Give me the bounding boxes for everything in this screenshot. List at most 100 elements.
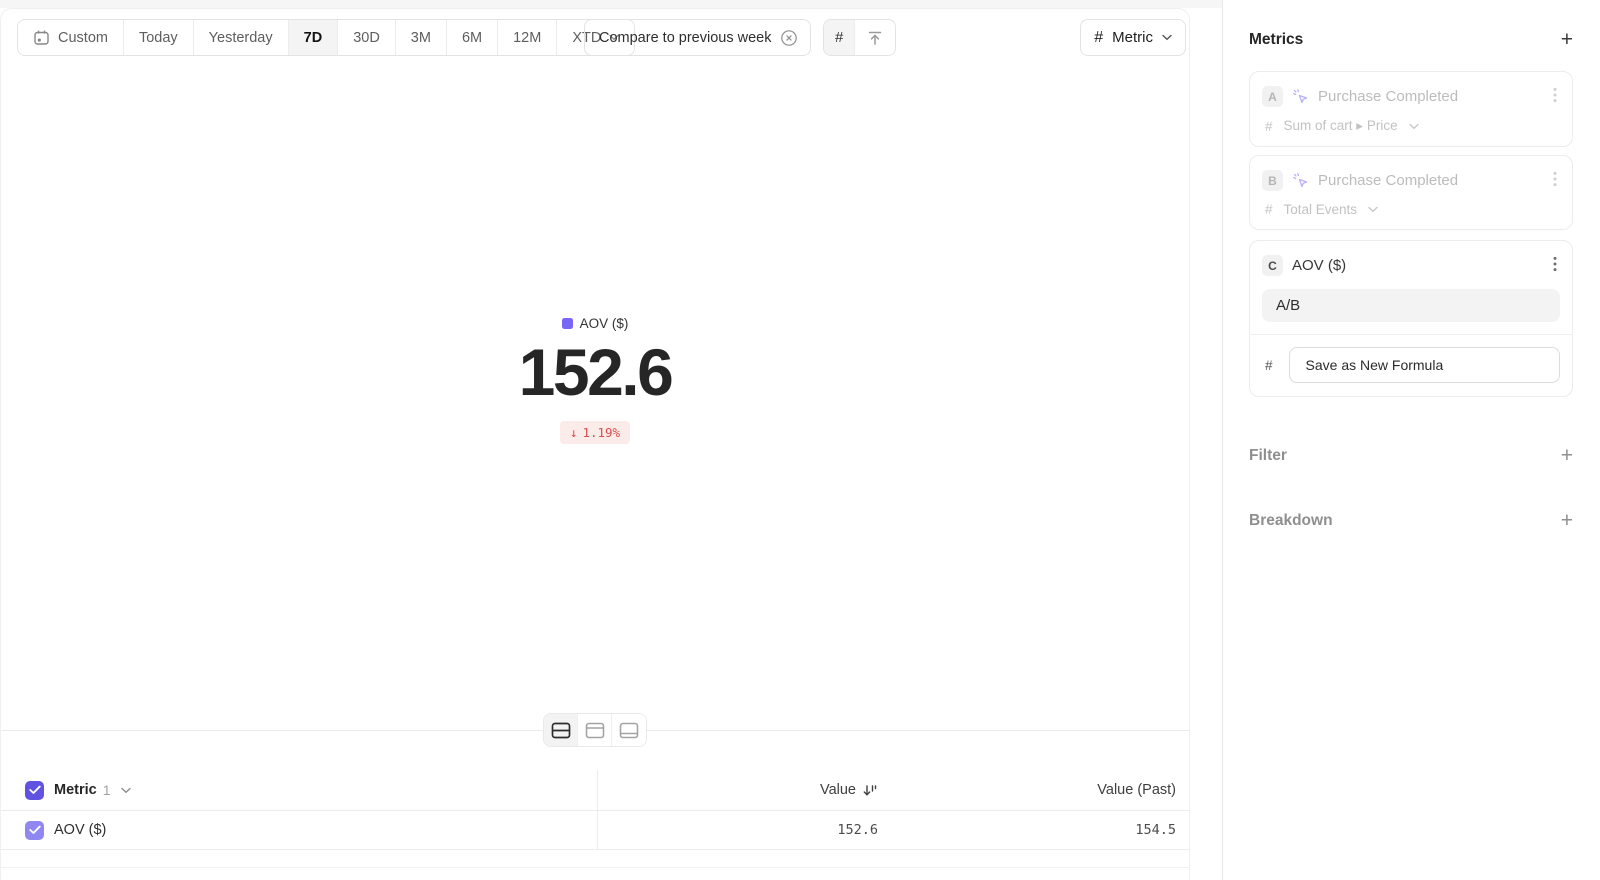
- metric-event-name[interactable]: Purchase Completed: [1318, 172, 1541, 189]
- range-30d[interactable]: 30D: [338, 20, 396, 55]
- measure-label: Sum of cart ▸ Price: [1284, 118, 1398, 134]
- metrics-title: Metrics: [1249, 31, 1303, 49]
- layout-top-button[interactable]: [578, 714, 612, 746]
- metric-letter-badge: A: [1262, 86, 1283, 107]
- compare-chip-label: Compare to previous week: [599, 30, 771, 46]
- row-metric-cell: AOV ($): [1, 811, 598, 849]
- row-value-cell: 152.6: [598, 811, 878, 849]
- value-header-cell[interactable]: Value: [598, 770, 878, 810]
- value-display-toggle: #: [823, 19, 896, 56]
- range-custom[interactable]: Custom: [18, 20, 124, 55]
- range-label: Today: [139, 30, 178, 46]
- compare-chip[interactable]: Compare to previous week: [584, 19, 811, 56]
- row-metric-label: AOV ($): [54, 822, 106, 838]
- add-breakdown-button[interactable]: +: [1561, 512, 1573, 530]
- metric-letter-badge: C: [1262, 255, 1283, 276]
- metric-card-title-row: C AOV ($): [1262, 254, 1560, 277]
- remove-compare-icon[interactable]: [780, 29, 798, 47]
- goal-mode-button[interactable]: [855, 20, 895, 55]
- metric-card-b: B Purchase Completed # Total Events: [1249, 155, 1573, 230]
- formula-metric-name[interactable]: AOV ($): [1292, 257, 1541, 274]
- add-metric-button[interactable]: +: [1561, 31, 1573, 49]
- panel-layout-toggle: [543, 713, 647, 747]
- range-label: Custom: [58, 30, 108, 46]
- range-7d[interactable]: 7D: [289, 20, 339, 55]
- query-builder-panel: Metrics + A Purchase Completed #: [1222, 0, 1600, 880]
- layout-bottom-icon: [619, 722, 639, 739]
- breakdown-section-header: Breakdown +: [1249, 512, 1573, 530]
- delta-value: 1.19%: [582, 425, 620, 440]
- value-header-label[interactable]: Value: [820, 782, 856, 798]
- layout-split-button[interactable]: [544, 714, 578, 746]
- canvas-top-strip: [0, 0, 1222, 8]
- chevron-down-icon: [1409, 123, 1419, 130]
- sort-descending-icon[interactable]: [862, 783, 878, 798]
- row-value-past-cell: 154.5: [878, 811, 1189, 849]
- range-label: 6M: [462, 30, 482, 46]
- metric-card-a: A Purchase Completed # Sum of cart ▸ Pri…: [1249, 71, 1573, 147]
- filter-title: Filter: [1249, 447, 1287, 465]
- hash-icon: #: [1265, 202, 1273, 217]
- range-12m[interactable]: 12M: [498, 20, 557, 55]
- metric-header-label[interactable]: Metric: [54, 782, 97, 798]
- metric-card-title-row: B Purchase Completed: [1262, 169, 1560, 192]
- report-card: Custom Today Yesterday 7D 30D 3M 6M 12M …: [0, 8, 1190, 880]
- add-filter-button[interactable]: +: [1561, 447, 1573, 465]
- hash-icon: #: [1265, 119, 1273, 134]
- value-past-header-label[interactable]: Value (Past): [1097, 782, 1176, 798]
- metric-options-icon[interactable]: [1550, 85, 1560, 108]
- select-all-checkbox[interactable]: [25, 781, 44, 800]
- chevron-down-icon: [1162, 34, 1172, 41]
- metric-card-c: C AOV ($) A/B # Save as New Formula: [1249, 240, 1573, 397]
- range-yesterday[interactable]: Yesterday: [194, 20, 289, 55]
- metric-card-title-row: A Purchase Completed: [1262, 85, 1560, 108]
- chevron-down-icon: [1368, 206, 1378, 213]
- range-label: Yesterday: [209, 30, 273, 46]
- measure-selector[interactable]: # Total Events: [1262, 202, 1560, 217]
- metric-event-name[interactable]: Purchase Completed: [1318, 88, 1541, 105]
- range-label: 30D: [353, 30, 380, 46]
- table-header-row: Metric 1 Value: [1, 770, 1189, 811]
- metric-options-icon[interactable]: [1550, 169, 1560, 192]
- table-bottom-edge: [1, 850, 1189, 868]
- metric-options-icon[interactable]: [1550, 254, 1560, 277]
- arrow-up-to-line-icon: [866, 29, 884, 47]
- table-row: AOV ($) 152.6 154.5: [1, 811, 1189, 850]
- event-cursor-icon: [1292, 88, 1309, 105]
- range-label: 3M: [411, 30, 431, 46]
- value-past-header-cell[interactable]: Value (Past): [878, 770, 1189, 810]
- number-mode-button[interactable]: #: [824, 20, 855, 55]
- metric-value: 152.6: [519, 339, 672, 405]
- metric-button-label: Metric: [1112, 29, 1153, 46]
- row-value-past: 154.5: [1135, 822, 1176, 838]
- layout-split-icon: [551, 722, 571, 739]
- range-label: 12M: [513, 30, 541, 46]
- metric-legend: AOV ($): [562, 316, 629, 331]
- legend-label: AOV ($): [580, 316, 629, 331]
- legend-swatch: [562, 318, 573, 329]
- date-range-control: Custom Today Yesterday 7D 30D 3M 6M 12M …: [17, 19, 635, 56]
- measure-label: Total Events: [1284, 202, 1358, 217]
- metrics-section-header: Metrics +: [1249, 31, 1573, 49]
- metric-header-cell: Metric 1: [1, 770, 598, 810]
- hash-icon: #: [1265, 358, 1273, 373]
- results-table: Metric 1 Value: [1, 770, 1189, 868]
- chevron-down-icon[interactable]: [121, 787, 131, 794]
- row-checkbox[interactable]: [25, 821, 44, 840]
- report-canvas: Custom Today Yesterday 7D 30D 3M 6M 12M …: [0, 0, 1222, 880]
- save-as-new-formula-button[interactable]: Save as New Formula: [1289, 347, 1560, 383]
- measure-selector[interactable]: # Sum of cart ▸ Price: [1262, 118, 1560, 134]
- metric-dropdown-button[interactable]: # Metric: [1080, 19, 1186, 56]
- layout-bottom-button[interactable]: [612, 714, 646, 746]
- delta-arrow-icon: ↓: [570, 425, 578, 440]
- range-label: 7D: [304, 30, 323, 46]
- range-6m[interactable]: 6M: [447, 20, 498, 55]
- range-today[interactable]: Today: [124, 20, 194, 55]
- filter-section-header: Filter +: [1249, 447, 1573, 465]
- card-divider: [1250, 334, 1572, 335]
- breakdown-title: Breakdown: [1249, 512, 1333, 530]
- range-3m[interactable]: 3M: [396, 20, 447, 55]
- formula-input[interactable]: A/B: [1262, 289, 1560, 322]
- hash-icon: #: [835, 29, 843, 46]
- metric-count: 1: [103, 782, 111, 798]
